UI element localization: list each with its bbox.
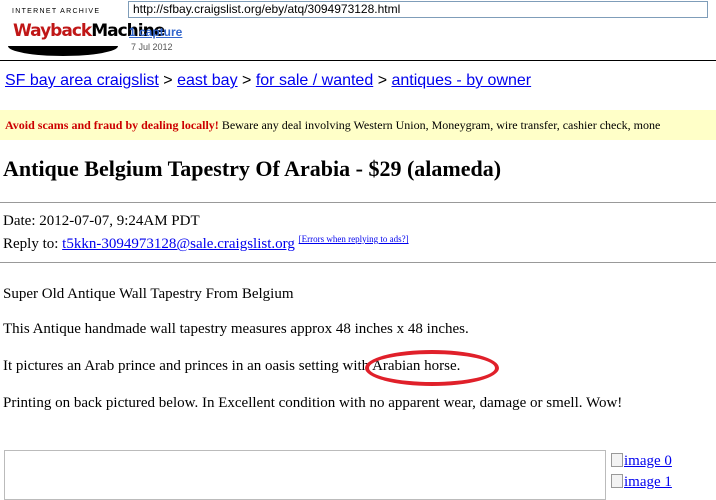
red-annotation-circle	[365, 350, 499, 386]
divider	[0, 262, 716, 263]
reply-email-link[interactable]: t5kkn-3094973128@sale.craigslist.org	[62, 236, 295, 252]
internet-archive-label: INTERNET ARCHIVE	[12, 8, 101, 15]
image-link-1[interactable]: image 1	[611, 472, 672, 493]
captures-link[interactable]: 1 capture	[129, 25, 182, 39]
breadcrumb: SF bay area craigslist > east bay > for …	[5, 72, 531, 90]
scam-text: Beware any deal involving Western Union,…	[218, 118, 661, 132]
wayback-url-input[interactable]: http://sfbay.craigslist.org/eby/atq/3094…	[128, 1, 708, 18]
logo-swoosh	[8, 46, 118, 56]
wayback-machine-wordmark: WaybackMachine	[13, 17, 165, 45]
scam-warning: Avoid scams and fraud by dealing locally…	[5, 118, 219, 132]
post-date: Date: 2012-07-07, 9:24AM PDT	[3, 213, 200, 229]
broken-image-icon	[611, 453, 623, 467]
broken-image-icon	[611, 474, 623, 488]
post-title: Antique Belgium Tapestry Of Arabia - $29…	[3, 156, 502, 181]
breadcrumb-sfbay[interactable]: SF bay area craigslist	[5, 72, 159, 89]
capture-date: 7 Jul 2012	[131, 42, 173, 52]
post-body-line: This Antique handmade wall tapestry meas…	[3, 321, 469, 337]
post-meta: Date: 2012-07-07, 9:24AM PDT Reply to: t…	[3, 212, 409, 253]
post-body-line: Printing on back pictured below. In Exce…	[3, 395, 623, 411]
errors-link[interactable]: [Errors when replying to ads?]	[299, 234, 409, 244]
breadcrumb-eastbay[interactable]: east bay	[177, 72, 237, 89]
post-body-line: Super Old Antique Wall Tapestry From Bel…	[3, 286, 294, 302]
breadcrumb-separator: >	[377, 72, 388, 89]
wayback-toolbar: INTERNET ARCHIVE WaybackMachine http://s…	[0, 0, 716, 61]
divider	[0, 202, 716, 203]
image-link-0[interactable]: image 0	[611, 451, 672, 472]
breadcrumb-separator: >	[163, 72, 173, 89]
reply-line: Reply to: t5kkn-3094973128@sale.craigsli…	[3, 230, 409, 253]
main-image-frame	[4, 450, 606, 500]
wayback-logo[interactable]: INTERNET ARCHIVE WaybackMachine	[4, 2, 165, 58]
breadcrumb-separator: >	[242, 72, 252, 89]
breadcrumb-forsale[interactable]: for sale / wanted	[256, 72, 373, 89]
reply-label: Reply to:	[3, 236, 63, 252]
breadcrumb-antiques[interactable]: antiques - by owner	[391, 72, 531, 89]
scam-warning-banner: Avoid scams and fraud by dealing locally…	[0, 110, 716, 140]
